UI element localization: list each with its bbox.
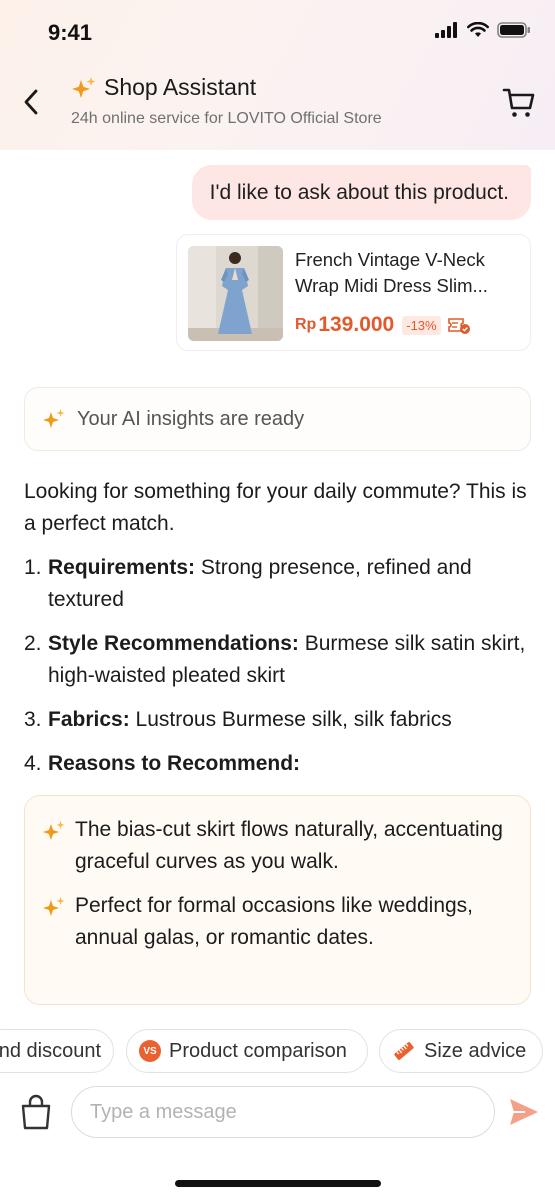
- message-composer: [0, 1083, 555, 1143]
- list-number: 2.: [24, 632, 42, 655]
- cart-button[interactable]: [501, 84, 537, 120]
- price-currency: Rp: [295, 316, 317, 333]
- shopping-bag-icon: [21, 1094, 51, 1130]
- list-item: 3. Fabrics: Lustrous Burmese silk, silk …: [24, 704, 534, 736]
- product-card[interactable]: French Vintage V-Neck Wrap Midi Dress Sl…: [176, 234, 531, 351]
- reason-text: Perfect for formal occasions like weddin…: [75, 894, 474, 949]
- signal-icon: [435, 22, 457, 38]
- battery-icon: [497, 22, 530, 38]
- list-label: Reasons to Recommend:: [48, 752, 301, 775]
- chip-product-comparison[interactable]: VS Product comparison: [126, 1029, 368, 1073]
- reason-item: The bias-cut skirt flows naturally, acce…: [41, 814, 514, 878]
- reasons-box: The bias-cut skirt flows naturally, acce…: [24, 795, 531, 1005]
- user-message-text: I'd like to ask about this product.: [209, 180, 509, 204]
- list-number: 4.: [24, 752, 42, 775]
- answer-intro: Looking for something for your daily com…: [24, 480, 527, 535]
- ai-insights-text: Your AI insights are ready: [77, 407, 305, 430]
- wifi-icon: [467, 22, 489, 37]
- chip-label: Product comparison: [169, 1039, 347, 1062]
- status-time: 9:41: [48, 20, 93, 45]
- sparkle-icon: [43, 409, 65, 428]
- list-label: Style Recommendations:: [48, 632, 299, 655]
- list-label: Fabrics:: [48, 708, 130, 731]
- vs-icon: VS: [139, 1040, 161, 1062]
- page-title: Shop Assistant: [104, 74, 257, 100]
- suggestion-chips: nd discount VS Product comparison Size a…: [0, 1029, 555, 1075]
- back-button[interactable]: [14, 82, 48, 122]
- sparkle-icon: [72, 76, 96, 98]
- list-item: 2. Style Recommendations: Burmese silk s…: [24, 628, 534, 692]
- voucher-icon: [447, 318, 470, 334]
- send-icon: [510, 1099, 538, 1125]
- chip-discount[interactable]: nd discount: [0, 1029, 114, 1073]
- price-row: Rp 139.000 -13%: [295, 313, 471, 337]
- status-icons: [435, 22, 531, 38]
- reason-text: The bias-cut skirt flows naturally, acce…: [75, 818, 503, 873]
- discount-badge: -13%: [402, 315, 441, 335]
- chat-header: Shop Assistant 24h online service for LO…: [0, 64, 555, 146]
- list-number: 1.: [24, 556, 42, 579]
- message-input[interactable]: [71, 1086, 495, 1138]
- chip-size-advice[interactable]: Size advice: [379, 1029, 543, 1073]
- page-subtitle: 24h online service for LOVITO Official S…: [71, 110, 382, 127]
- product-image: [188, 246, 283, 341]
- chip-label: nd discount: [0, 1039, 101, 1062]
- status-bar: 9:41: [0, 0, 555, 64]
- ai-insights-banner: Your AI insights are ready: [24, 387, 531, 451]
- home-indicator: [175, 1180, 381, 1187]
- sparkle-icon: [43, 821, 65, 840]
- user-message-bubble: I'd like to ask about this product.: [191, 165, 531, 220]
- chevron-left-icon: [24, 89, 38, 115]
- list-number: 3.: [24, 708, 42, 731]
- send-button[interactable]: [507, 1095, 541, 1129]
- cart-icon: [502, 88, 535, 117]
- assistant-answer: Looking for something for your daily com…: [24, 476, 534, 792]
- list-label: Requirements:: [48, 556, 196, 579]
- ruler-icon: [394, 1042, 414, 1060]
- product-name: French Vintage V-Neck Wrap Midi Dress Sl…: [295, 249, 488, 296]
- product-price: 139.000: [318, 313, 395, 336]
- shopping-bag-button[interactable]: [18, 1093, 54, 1131]
- list-item: 4. Reasons to Recommend:: [24, 748, 534, 780]
- title-row: Shop Assistant: [70, 74, 256, 101]
- sparkle-icon: [43, 897, 65, 916]
- list-text: Lustrous Burmese silk, silk fabrics: [129, 708, 452, 731]
- list-item: 1. Requirements: Strong presence, refine…: [24, 552, 534, 616]
- chip-label: Size advice: [424, 1039, 527, 1062]
- reason-item: Perfect for formal occasions like weddin…: [41, 890, 514, 954]
